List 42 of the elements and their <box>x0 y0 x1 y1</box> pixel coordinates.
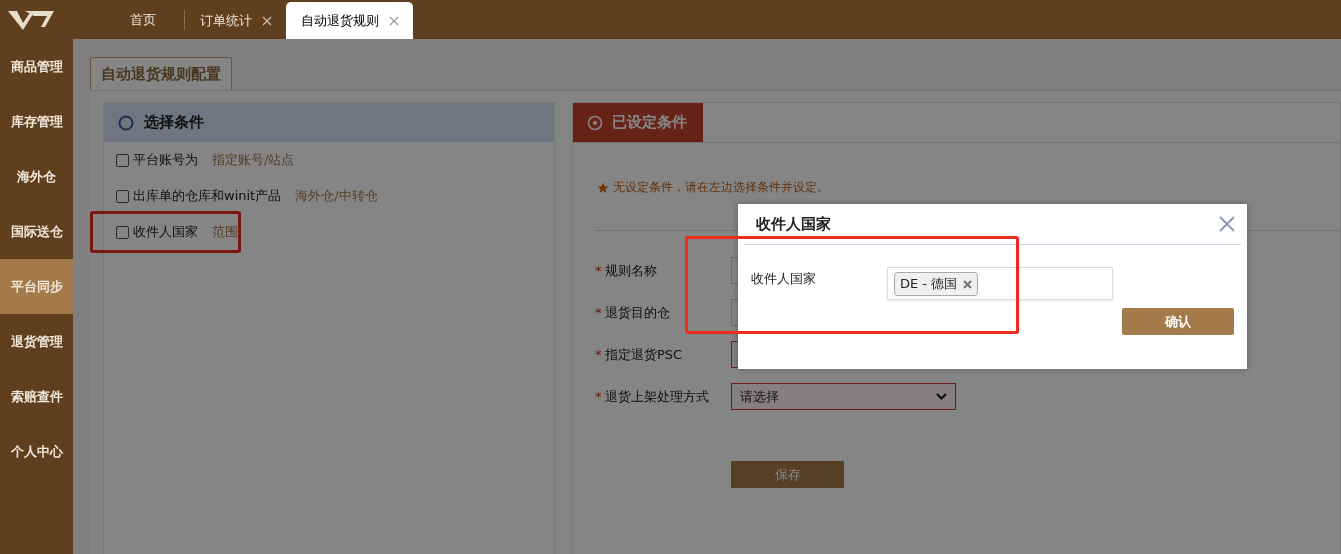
sidebar-item[interactable]: 海外仓 <box>0 149 73 204</box>
close-icon[interactable] <box>389 15 399 26</box>
confirm-button[interactable]: 确认 <box>1122 308 1234 335</box>
tag-input-field[interactable]: DE - 德国 <box>887 267 1113 300</box>
remove-icon[interactable] <box>963 279 973 289</box>
sidebar-item[interactable]: 个人中心 <box>0 424 73 479</box>
required-mark: * <box>595 305 603 320</box>
select-field[interactable]: 请选择 <box>731 383 956 410</box>
close-icon[interactable] <box>262 15 272 26</box>
checkbox[interactable] <box>116 225 129 239</box>
panel-title: 已设定条件 <box>612 113 687 132</box>
field-label: 规则名称 <box>605 261 658 280</box>
checkbox[interactable] <box>116 153 129 167</box>
notice-text: 无设定条件，请在左边选择条件并设定。 <box>613 179 829 196</box>
field-label: 退货目的仓 <box>605 303 671 322</box>
close-icon[interactable] <box>1219 216 1235 232</box>
required-mark: * <box>595 347 603 362</box>
sidebar-item[interactable]: 商品管理 <box>0 39 73 94</box>
checkbox[interactable] <box>116 189 129 203</box>
logo-icon <box>7 8 55 31</box>
condition-label: 出库单的仓库和winit产品 <box>133 187 282 205</box>
chevron-down-icon <box>936 393 947 400</box>
nav-tab[interactable]: 自动退货规则 <box>286 2 413 39</box>
condition-label: 平台账号为 <box>133 151 198 169</box>
sidebar-item[interactable]: 库存管理 <box>0 94 73 149</box>
condition-label: 收件人国家 <box>133 223 198 241</box>
required-mark: * <box>595 389 603 404</box>
nav-tab[interactable]: 首页 <box>100 10 185 30</box>
star-icon <box>597 181 609 194</box>
field-label: 指定退货PSC <box>605 345 684 364</box>
sidebar-item[interactable]: 国际送仓 <box>0 204 73 259</box>
target-icon <box>587 114 603 131</box>
circle-icon <box>118 114 134 131</box>
field-label: 收件人国家 <box>751 270 817 288</box>
field-label: 退货上架处理方式 <box>605 387 710 406</box>
nav-tab[interactable]: 订单统计 <box>185 2 286 39</box>
sidebar-item[interactable]: 索赔查件 <box>0 369 73 424</box>
sidebar-item[interactable]: 退货管理 <box>0 314 73 369</box>
country-tag: DE - 德国 <box>894 272 979 296</box>
required-mark: * <box>595 263 603 278</box>
dialog-title: 收件人国家 <box>756 214 831 234</box>
panel-title: 选择条件 <box>144 113 204 132</box>
